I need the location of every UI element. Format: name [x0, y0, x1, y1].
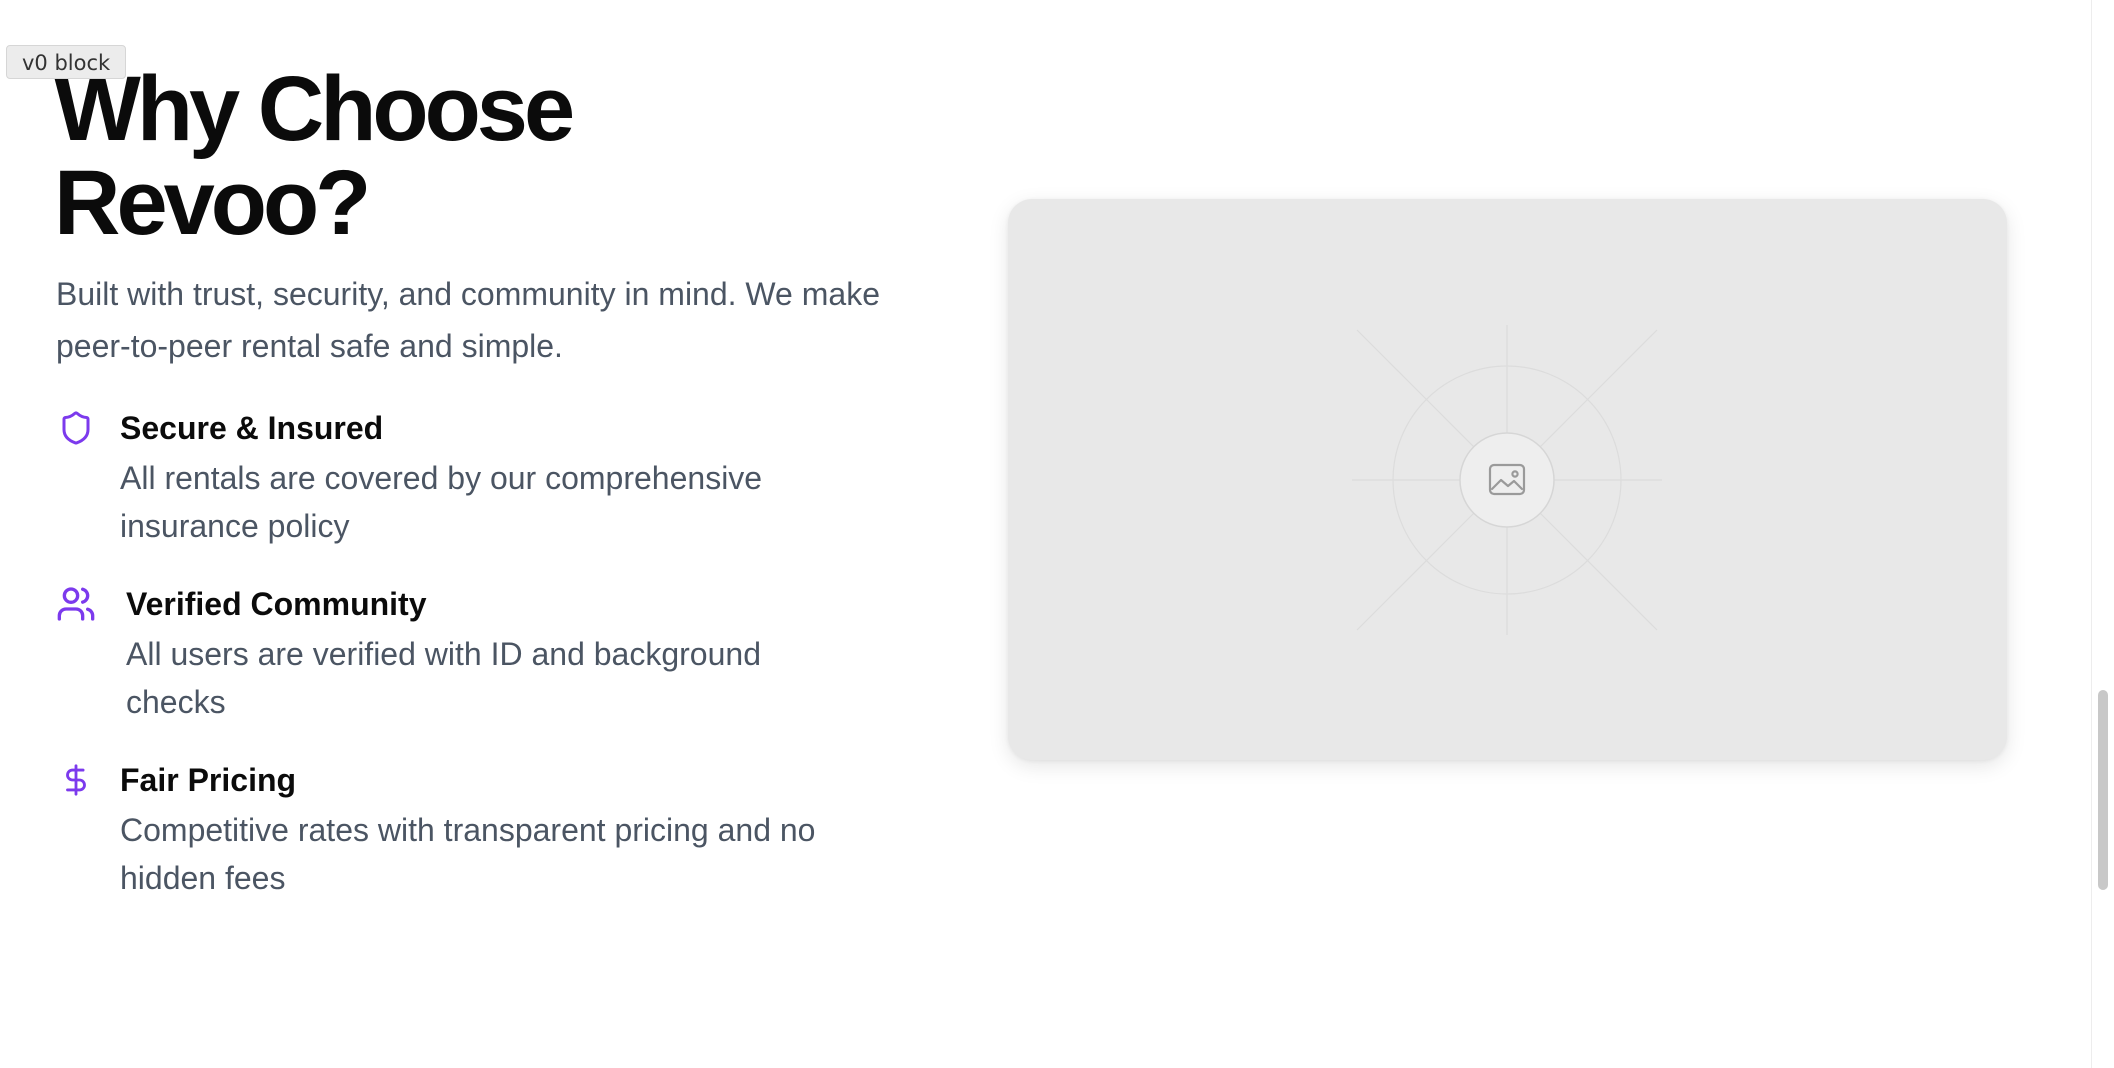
feature-description: All users are verified with ID and backg… [126, 636, 761, 720]
feature-body: Fair Pricing Competitive rates with tran… [120, 758, 920, 902]
feature-fair-pricing: Fair Pricing Competitive rates with tran… [56, 758, 920, 902]
page-title-line-2: Revoo? [54, 152, 371, 254]
feature-title: Fair Pricing [120, 762, 297, 798]
feature-body: Secure & Insured All rentals are covered… [120, 406, 840, 550]
vertical-scrollbar[interactable] [2091, 0, 2114, 1068]
page-subtitle: Built with trust, security, and communit… [56, 276, 880, 364]
feature-description: All rentals are covered by our comprehen… [120, 460, 763, 544]
feature-title: Verified Community [126, 586, 427, 622]
image-placeholder-graphic [1352, 325, 1662, 635]
image-placeholder [1008, 199, 2007, 760]
feature-description: Competitive rates with transparent prici… [120, 812, 816, 896]
feature-title: Secure & Insured [120, 410, 384, 446]
page: v0 block Why Choose Revoo? Built with tr… [0, 0, 2114, 1068]
shield-icon [56, 406, 96, 450]
users-icon [56, 582, 96, 626]
feature-secure-insured: Secure & Insured All rentals are covered… [56, 406, 840, 550]
feature-verified-community: Verified Community All users are verifie… [56, 582, 846, 726]
dollar-sign-icon [56, 758, 96, 802]
page-title-line-1: Why Choose [54, 58, 575, 160]
feature-body: Verified Community All users are verifie… [126, 582, 846, 726]
page-title: Why Choose Revoo? [54, 62, 754, 250]
scrollbar-thumb[interactable] [2098, 690, 2108, 890]
v0-block-badge: v0 block [6, 45, 127, 79]
